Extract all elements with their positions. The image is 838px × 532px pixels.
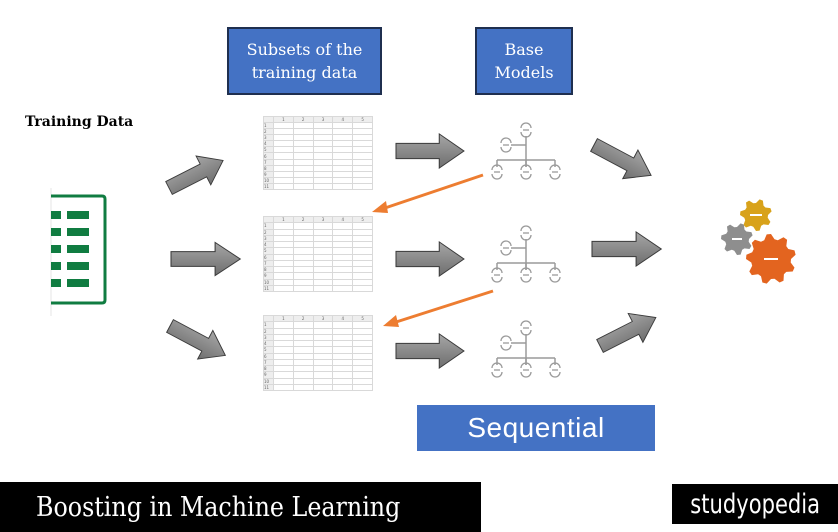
hierarchy-node-icon xyxy=(500,335,512,351)
base-model-icon-3 xyxy=(491,320,561,378)
hierarchy-node-icon xyxy=(500,240,512,256)
hierarchy-node-icon xyxy=(491,362,503,378)
feedback-arrow-2 xyxy=(383,289,494,327)
hierarchy-node-icon xyxy=(491,164,503,180)
arrow-subset-3-to-model-3 xyxy=(395,333,465,369)
gear-orange-icon xyxy=(746,234,796,284)
hierarchy-node-icon xyxy=(520,267,532,283)
studyopedia-logo: studyopedia xyxy=(672,484,838,524)
diagram-arrows-layer xyxy=(161,122,796,378)
arrow-model-1-to-ensemble xyxy=(585,130,660,191)
ensemble-gears-icon xyxy=(721,199,796,284)
arrow-subset-1-to-model-1 xyxy=(395,133,465,169)
hierarchy-node-icon xyxy=(491,267,503,283)
hierarchy-node-icon xyxy=(549,267,561,283)
base-model-icon-2 xyxy=(491,225,561,283)
hierarchy-node-icon xyxy=(520,164,532,180)
hierarchy-node-icon xyxy=(500,137,512,153)
arrow-data-to-subset-2 xyxy=(170,241,241,277)
footer-title: Boosting in Machine Learning xyxy=(36,491,401,523)
sequential-label: Sequential xyxy=(467,412,605,443)
arrow-data-to-subset-3 xyxy=(161,311,234,371)
gear-gray-icon xyxy=(721,223,753,255)
hierarchy-node-icon xyxy=(549,164,561,180)
hierarchy-node-icon xyxy=(520,362,532,378)
feedback-arrow-1 xyxy=(372,173,484,213)
arrow-model-3-to-ensemble xyxy=(592,302,664,361)
hierarchy-node-icon xyxy=(520,225,532,241)
sequential-label-box: Sequential xyxy=(417,405,655,451)
gear-yellow-icon xyxy=(740,199,772,231)
brand-name: studyopedia xyxy=(690,488,820,520)
base-model-icon-1 xyxy=(491,122,561,180)
arrow-subset-2-to-model-2 xyxy=(395,241,465,277)
hierarchy-node-icon xyxy=(549,362,561,378)
arrow-model-2-to-ensemble xyxy=(591,231,662,267)
hierarchy-node-icon xyxy=(520,122,532,138)
hierarchy-node-icon xyxy=(520,320,532,336)
arrow-data-to-subset-1 xyxy=(161,145,231,203)
footer-title-bar: Boosting in Machine Learning xyxy=(0,482,481,532)
